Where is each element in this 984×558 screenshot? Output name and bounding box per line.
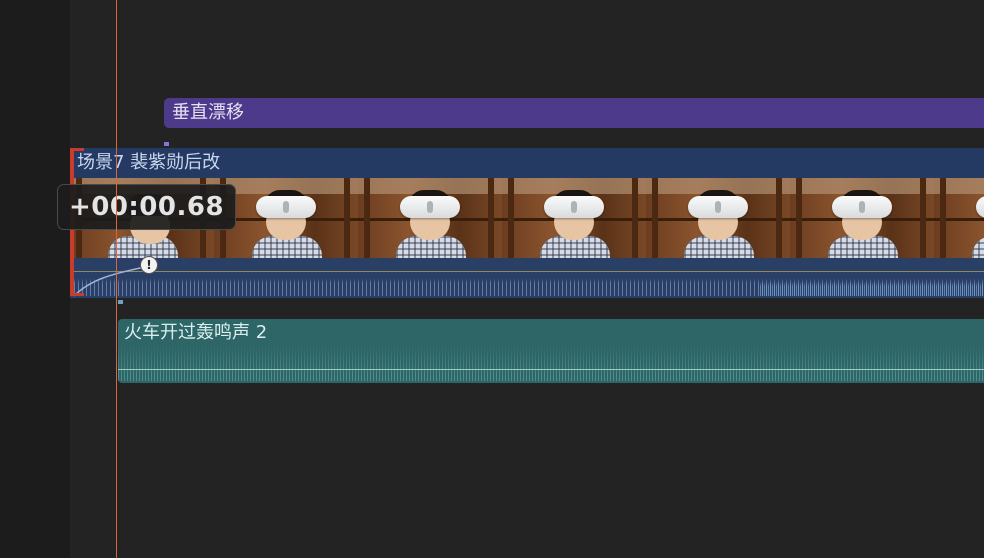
timeline-left-gutter: [0, 0, 70, 558]
waveform: [760, 282, 984, 296]
filmstrip-frame: [358, 178, 502, 258]
title-clip-label: 垂直漂移: [172, 102, 244, 123]
title-clip[interactable]: 垂直漂移: [164, 98, 984, 128]
filmstrip-frame: [646, 178, 790, 258]
filmstrip-frame: [502, 178, 646, 258]
video-clip-label: 场景7 裴紫勋后改: [77, 152, 221, 173]
video-clip-audio-waveform[interactable]: [70, 258, 984, 298]
audio-level-line[interactable]: [70, 271, 984, 272]
audio-clip[interactable]: 火车开过轰鸣声 2: [118, 319, 984, 383]
filmstrip-frame: [934, 178, 984, 258]
audio-clip-label: 火车开过轰鸣声 2: [124, 322, 268, 343]
fade-handle-icon[interactable]: !: [140, 256, 158, 274]
title-clip-connector: [164, 142, 169, 146]
waveform: [118, 345, 984, 381]
audio-level-line[interactable]: [118, 369, 984, 370]
filmstrip-frame: [790, 178, 934, 258]
connection-marker: [118, 300, 123, 304]
playhead[interactable]: [116, 0, 117, 558]
trim-timecode-tooltip: +00:00.68: [57, 184, 236, 230]
